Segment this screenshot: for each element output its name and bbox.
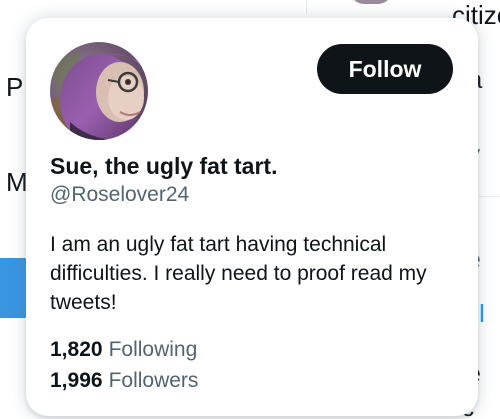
column-divider <box>306 0 307 14</box>
background-avatar-peek <box>350 0 392 4</box>
following-count: 1,820 <box>50 338 103 361</box>
avatar[interactable] <box>50 42 148 140</box>
follow-button[interactable]: Follow <box>317 44 453 94</box>
avatar-photo <box>50 42 148 140</box>
following-stat[interactable]: 1,820 Following <box>50 338 197 362</box>
profile-display-name[interactable]: Sue, the ugly fat tart. <box>50 153 277 180</box>
profile-hover-card: Follow Sue, the ugly fat tart. @Roselove… <box>26 18 478 416</box>
following-label: Following <box>108 338 198 361</box>
profile-handle[interactable]: @Roselover24 <box>50 183 189 207</box>
profile-bio: I am an ugly fat tart having technical d… <box>50 233 427 314</box>
followers-stat[interactable]: 1,996 Followers <box>50 369 198 393</box>
nav-item-fragment-1[interactable]: P <box>6 72 23 103</box>
nav-item-fragment-2[interactable]: M <box>6 167 28 198</box>
followers-count: 1,996 <box>50 369 103 392</box>
screen: P M citizen h tra in 27 F ee @I ne "c <box>0 0 500 419</box>
followers-label: Followers <box>108 369 199 392</box>
